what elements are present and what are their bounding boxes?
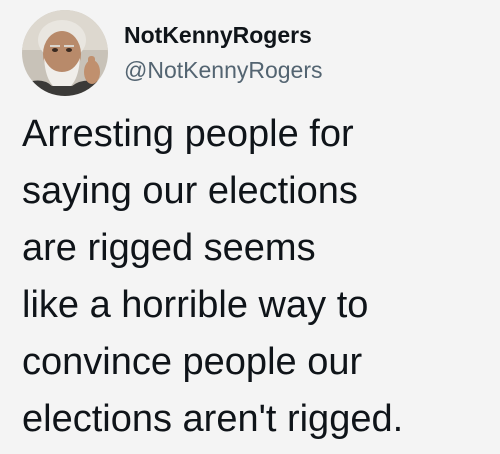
tweet-text-line: are rigged seems — [22, 227, 316, 269]
tweet-text-line: like a horrible way to — [22, 284, 369, 326]
tweet-text-line: Arresting people for — [22, 113, 354, 155]
tweet-text-line: saying our elections — [22, 170, 358, 212]
avatar[interactable] — [22, 10, 108, 96]
tweet-header: NotKennyRogers @NotKennyRogers — [22, 10, 323, 96]
tweet-text-line: elections aren't rigged. — [22, 398, 404, 440]
profile-photo-icon — [22, 10, 108, 96]
tweet-text: Arresting people for saying our election… — [22, 106, 492, 448]
tweet-text-line: convince people our — [22, 341, 363, 383]
author-names: NotKennyRogers @NotKennyRogers — [124, 20, 323, 86]
author-handle[interactable]: @NotKennyRogers — [124, 54, 323, 86]
author-display-name[interactable]: NotKennyRogers — [124, 20, 323, 50]
tweet-card: NotKennyRogers @NotKennyRogers Arresting… — [0, 0, 500, 454]
